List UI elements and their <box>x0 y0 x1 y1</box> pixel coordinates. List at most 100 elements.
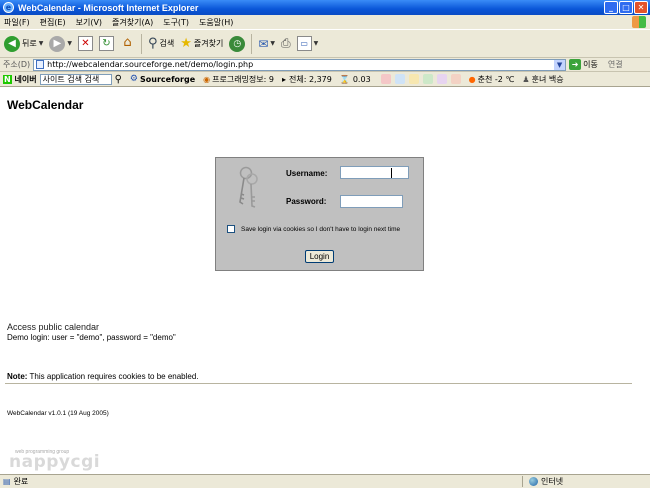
weather-item[interactable]: ● 춘천 -2 ℃ <box>469 74 515 85</box>
menu-favorites[interactable]: 즐겨찾기(A) <box>112 17 153 28</box>
mail-icon[interactable] <box>450 74 461 84</box>
edit-dropdown-icon[interactable]: ▼ <box>314 40 319 47</box>
home-button[interactable]: ⌂ <box>120 36 135 51</box>
menu-bar: 파일(F) 편집(E) 보기(V) 즐겨찾기(A) 도구(T) 도움말(H) <box>0 15 650 29</box>
menu-file[interactable]: 파일(F) <box>4 17 30 28</box>
menu-help[interactable]: 도움말(H) <box>199 17 233 28</box>
status-bar: ▤ 완료 인터넷 <box>0 474 650 488</box>
extra-item[interactable]: ♟ 훈녀 백승 <box>522 74 563 85</box>
forward-dropdown-icon[interactable]: ▼ <box>67 40 72 47</box>
sourceforge-label: Sourceforge <box>140 74 196 84</box>
sourceforge-link[interactable]: ⚙ Sourceforge <box>130 74 195 84</box>
naver-logo[interactable]: N 네이버 <box>3 74 37 85</box>
scrollbar-area[interactable] <box>634 87 650 474</box>
refresh-button[interactable]: ↻ <box>98 36 114 51</box>
forward-arrow-icon: ▶ <box>49 35 66 52</box>
address-bar: 주소(D) http://webcalendar.sourceforge.net… <box>0 57 650 71</box>
username-label: Username: <box>286 169 328 178</box>
version-text: WebCalendar v1.0.1 (19 Aug 2005) <box>7 410 109 417</box>
note-text: This application requires cookies to be … <box>27 372 199 381</box>
menu-edit[interactable]: 편집(E) <box>40 17 66 28</box>
remember-label: Save login via cookies so I don't have t… <box>241 226 401 233</box>
list-icon[interactable] <box>436 74 447 84</box>
edit-button[interactable]: ▭ ▼ <box>296 36 319 51</box>
windows-logo-icon <box>632 16 646 28</box>
note-icon[interactable] <box>394 74 405 84</box>
title-bar: e WebCalendar - Microsoft Internet Explo… <box>0 0 650 15</box>
search-icon[interactable]: ⚲ <box>115 74 122 85</box>
keys-icon <box>239 166 258 208</box>
tool-icon[interactable] <box>422 74 433 84</box>
maximize-button[interactable]: □ <box>619 1 633 14</box>
close-button[interactable]: ✕ <box>634 1 648 14</box>
demo-login-info: Demo login: user = "demo", password = "d… <box>7 333 176 342</box>
weather-label: 춘천 -2 ℃ <box>477 74 515 84</box>
extra-label: 훈녀 백승 <box>531 74 564 84</box>
naver-search-input[interactable]: 사이트 검색 검색 <box>39 73 112 85</box>
brand-name: nappycgi <box>9 452 101 472</box>
program-info-item[interactable]: ◉ 프로그래밍정보: 9 <box>203 74 274 85</box>
address-url: http://webcalendar.sourceforge.net/demo/… <box>47 60 254 69</box>
links-label[interactable]: 연결 <box>608 59 623 70</box>
go-label: 이동 <box>583 60 598 69</box>
total-item: ▸ 전체: 2,379 <box>282 74 332 85</box>
menu-view[interactable]: 보기(V) <box>76 17 102 28</box>
status-text: 완료 <box>13 477 29 486</box>
nappycgi-logo[interactable]: web programming group nappycgi <box>9 449 101 472</box>
edit-page-icon: ▭ <box>296 36 312 51</box>
rate-item: ⌛ 0.03 <box>340 75 371 84</box>
cookie-note: Note: This application requires cookies … <box>7 372 199 381</box>
mail-icon: ✉ <box>258 36 269 51</box>
favorites-star-icon: ★ <box>180 36 192 51</box>
print-icon: ⎙ <box>281 36 291 50</box>
back-button[interactable]: ◀ 뒤로 ▼ <box>4 35 44 52</box>
go-button[interactable]: ➜ 이동 <box>569 59 598 70</box>
naver-toolbar: N 네이버 사이트 검색 검색 ⚲ ⚙ Sourceforge ◉ 프로그래밍정… <box>0 71 650 87</box>
security-zone: 인터넷 <box>529 476 563 487</box>
forward-button[interactable]: ▶ ▼ <box>49 35 72 52</box>
home-icon: ⌂ <box>123 35 132 50</box>
window-controls: _ □ ✕ <box>604 1 648 14</box>
note-label: Note: <box>7 372 28 381</box>
history-icon: ◷ <box>229 35 246 52</box>
sourceforge-icon: ⚙ <box>129 74 138 84</box>
public-calendar-link[interactable]: Access public calendar <box>7 322 99 332</box>
hourglass-icon: ⌛ <box>339 74 350 84</box>
search-button[interactable]: ⚲ 검색 <box>148 36 174 51</box>
address-input[interactable]: http://webcalendar.sourceforge.net/demo/… <box>33 58 567 71</box>
page-title: WebCalendar <box>7 98 84 112</box>
search-icon: ⚲ <box>147 36 158 51</box>
page-icon <box>36 60 45 69</box>
menu-tools[interactable]: 도구(T) <box>163 17 189 28</box>
password-input[interactable] <box>340 195 403 208</box>
back-dropdown-icon[interactable]: ▼ <box>39 40 44 47</box>
login-button[interactable]: Login <box>305 250 334 263</box>
go-arrow-icon: ➜ <box>569 59 582 70</box>
remember-checkbox[interactable] <box>227 225 235 233</box>
back-arrow-icon: ◀ <box>4 35 20 52</box>
mail-dropdown-icon[interactable]: ▼ <box>270 40 275 47</box>
rate-label: 0.03 <box>352 74 371 84</box>
status-section: ▤ 완료 <box>0 476 520 487</box>
people-icon: ♟ <box>522 74 530 84</box>
history-button[interactable]: ◷ <box>229 35 246 52</box>
ie-icon: e <box>3 2 14 13</box>
pen-icon[interactable] <box>380 74 391 84</box>
bookmark-icon[interactable] <box>408 74 419 84</box>
stop-button[interactable]: ✕ <box>77 36 93 51</box>
password-label: Password: <box>286 197 327 206</box>
refresh-icon: ↻ <box>98 36 114 51</box>
text-cursor-icon <box>391 168 394 178</box>
window-title: WebCalendar - Microsoft Internet Explore… <box>18 2 199 13</box>
minimize-button[interactable]: _ <box>604 1 618 14</box>
zone-label: 인터넷 <box>541 477 564 486</box>
mail-button[interactable]: ✉ ▼ <box>258 37 275 51</box>
username-input[interactable] <box>340 166 409 179</box>
address-dropdown-icon[interactable]: ▼ <box>554 59 566 70</box>
total-label: 전체: 2,379 <box>289 74 332 84</box>
print-button[interactable]: ⎙ <box>281 36 291 51</box>
divider <box>5 383 632 384</box>
globe-icon <box>529 477 538 486</box>
favorites-button[interactable]: ★ 즐겨찾기 <box>180 36 223 51</box>
info-icon: ◉ <box>203 74 211 84</box>
